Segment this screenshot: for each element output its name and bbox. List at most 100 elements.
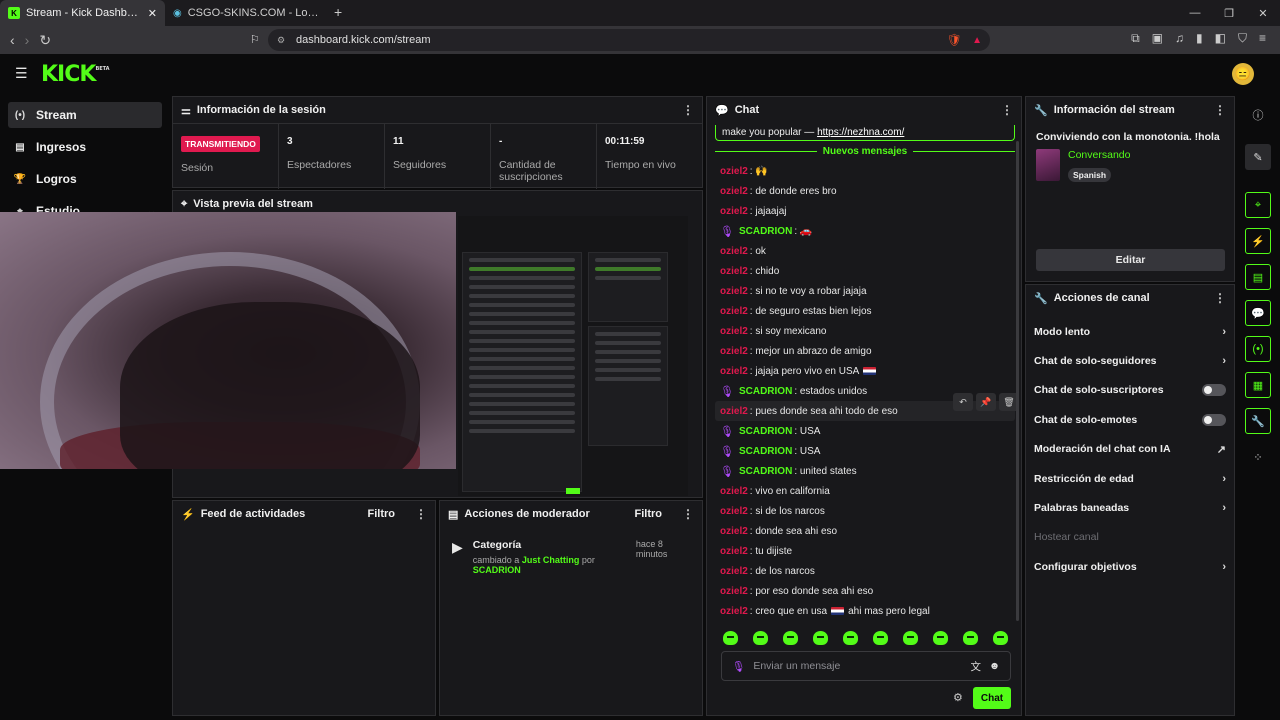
toggle-switch[interactable]	[1202, 413, 1226, 426]
emoji-icon[interactable]: ☻	[989, 660, 1000, 672]
pin-icon[interactable]: 📌	[976, 393, 996, 411]
filter-button[interactable]: Filtro	[368, 508, 396, 520]
site-info-icon[interactable]: ⚙	[277, 35, 285, 46]
chat-username[interactable]: SCADRION	[739, 426, 792, 437]
chat-message[interactable]: oziel2: 🙌	[715, 161, 1015, 181]
more-icon[interactable]: ⋮	[1214, 291, 1226, 305]
chat-message[interactable]: oziel2: donde sea ahi eso	[715, 521, 1015, 541]
emote[interactable]	[933, 631, 948, 645]
more-icon[interactable]: ⋮	[1214, 103, 1226, 117]
chat-message[interactable]: oziel2: de seguro estas bien lejos	[715, 301, 1015, 321]
reload-icon[interactable]: ↻	[39, 32, 51, 49]
chat-username[interactable]: oziel2	[720, 366, 748, 377]
back-icon[interactable]: ‹	[10, 32, 15, 49]
channel-action-row[interactable]: Palabras baneadas ›	[1026, 493, 1234, 522]
stream-preview-video[interactable]	[458, 216, 688, 496]
channel-action-row[interactable]: Modo lento ›	[1026, 317, 1234, 346]
chat-scrollbar[interactable]	[1016, 141, 1019, 621]
chat-message[interactable]: oziel2: creo que en usa ahi mas pero leg…	[715, 601, 1015, 621]
chat-username[interactable]: oziel2	[720, 186, 748, 197]
media-icon[interactable]: ♫	[1175, 31, 1184, 46]
chat-message[interactable]: oziel2: vivo en california	[715, 481, 1015, 501]
edit-button[interactable]: Editar	[1036, 249, 1225, 271]
more-icon[interactable]: ⋮	[1001, 103, 1013, 117]
chat-username[interactable]: oziel2	[720, 606, 748, 617]
tab-csgo[interactable]: ◉ CSGO-SKINS.COM - Los mejores cas	[165, 0, 330, 26]
chat-message[interactable]: 🎙 SCADRION: USA	[715, 441, 1015, 461]
send-chat-button[interactable]: Chat	[973, 687, 1011, 709]
menu-icon[interactable]: ≡	[1259, 31, 1266, 46]
chat-username[interactable]: oziel2	[720, 246, 748, 257]
chat-username[interactable]: oziel2	[720, 286, 748, 297]
chat-username[interactable]: oziel2	[720, 166, 748, 177]
channel-action-row[interactable]: Chat de solo-emotes	[1026, 405, 1234, 434]
chat-message[interactable]: oziel2: tu dijiste	[715, 541, 1015, 561]
emote[interactable]	[843, 631, 858, 645]
chat-username[interactable]: SCADRION	[739, 446, 792, 457]
chat-message[interactable]: oziel2: de donde eres bro	[715, 181, 1015, 201]
chat-message[interactable]: oziel2: jajaja pero vivo en USA	[715, 361, 1015, 381]
url-field[interactable]: ⚙ dashboard.kick.com/stream 🛡 ▲	[268, 29, 990, 51]
emote[interactable]	[753, 631, 768, 645]
chat-username[interactable]: SCADRION	[739, 226, 792, 237]
emote[interactable]	[903, 631, 918, 645]
screenshot-icon[interactable]: ▣	[1152, 31, 1163, 46]
extensions-icon[interactable]: ⧉	[1131, 31, 1140, 46]
chat-message[interactable]: oziel2: ok	[715, 241, 1015, 261]
channel-action-row[interactable]: Chat de solo-suscriptores	[1026, 376, 1234, 405]
pencil-icon[interactable]: ✎	[1245, 144, 1271, 170]
chat-username[interactable]: oziel2	[720, 306, 748, 317]
new-tab-icon[interactable]: +	[330, 4, 350, 26]
emote[interactable]	[723, 631, 738, 645]
chat-username[interactable]: oziel2	[720, 526, 748, 537]
broadcast-icon[interactable]: (•)	[1245, 336, 1271, 362]
emote[interactable]	[873, 631, 888, 645]
hamburger-icon[interactable]: ☰	[15, 65, 28, 82]
vpn-icon[interactable]: ⛉	[1238, 31, 1247, 46]
target-icon[interactable]: ⌖	[1245, 192, 1271, 218]
chat-message[interactable]: oziel2: de los narcos	[715, 561, 1015, 581]
chat-username[interactable]: oziel2	[720, 406, 748, 417]
minimize-icon[interactable]: —	[1178, 7, 1212, 19]
chat-icon[interactable]: 💬	[1245, 300, 1271, 326]
chat-message[interactable]: 🎙 SCADRION: united states	[715, 461, 1015, 481]
channel-action-row[interactable]: Moderación del chat con IA ↗	[1026, 435, 1234, 464]
category-name[interactable]: Conversando	[1068, 149, 1130, 161]
toggle-switch[interactable]	[1202, 384, 1226, 397]
layout-icon[interactable]: ▦	[1245, 372, 1271, 398]
more-icon[interactable]: ⋮	[415, 507, 427, 521]
sidebar-item-ingresos[interactable]: ▤ Ingresos	[8, 134, 162, 160]
chat-username[interactable]: SCADRION	[739, 466, 792, 477]
filter-button[interactable]: Filtro	[635, 508, 663, 520]
kick-logo[interactable]: KICKBETA	[41, 62, 110, 87]
chat-message[interactable]: 🎙 SCADRION: 🚗	[715, 221, 1015, 241]
translate-icon[interactable]: 文	[970, 659, 981, 674]
close-window-icon[interactable]: ✕	[1246, 7, 1280, 20]
chat-username[interactable]: oziel2	[720, 346, 748, 357]
avatar[interactable]: 😑	[1232, 63, 1254, 85]
chat-message[interactable]: oziel2: por eso donde sea ahi eso	[715, 581, 1015, 601]
brave-shield-icon[interactable]: 🛡	[947, 33, 962, 47]
chat-username[interactable]: oziel2	[720, 266, 748, 277]
emote[interactable]	[813, 631, 828, 645]
reply-icon[interactable]: ↶	[953, 393, 973, 411]
sidebar-item-stream[interactable]: (•) Stream	[8, 102, 162, 128]
gear-icon[interactable]: ⚙	[953, 691, 963, 704]
wrench-icon[interactable]: 🔧	[1245, 408, 1271, 434]
chat-username[interactable]: oziel2	[720, 546, 748, 557]
chat-username[interactable]: oziel2	[720, 326, 748, 337]
chat-input[interactable]: 🎙 Enviar un mensaje 文 ☻	[721, 651, 1011, 681]
channel-action-row[interactable]: Restricción de edad ›	[1026, 464, 1234, 493]
chat-username[interactable]: oziel2	[720, 566, 748, 577]
chat-message[interactable]: oziel2: jajaajaj	[715, 201, 1015, 221]
sidebar-icon[interactable]: ▮	[1196, 31, 1203, 46]
wallet-icon[interactable]: ◧	[1215, 31, 1226, 46]
chat-username[interactable]: SCADRION	[739, 386, 792, 397]
chat-message[interactable]: oziel2: si de los narcos	[715, 501, 1015, 521]
bookmark-icon[interactable]: ⚐	[250, 33, 260, 46]
chat-message[interactable]: oziel2: mejor un abrazo de amigo	[715, 341, 1015, 361]
chat-username[interactable]: oziel2	[720, 486, 748, 497]
maximize-icon[interactable]: ❐	[1212, 7, 1246, 20]
document-icon[interactable]: ▤	[1245, 264, 1271, 290]
info-icon[interactable]: ⓘ	[1245, 102, 1271, 128]
